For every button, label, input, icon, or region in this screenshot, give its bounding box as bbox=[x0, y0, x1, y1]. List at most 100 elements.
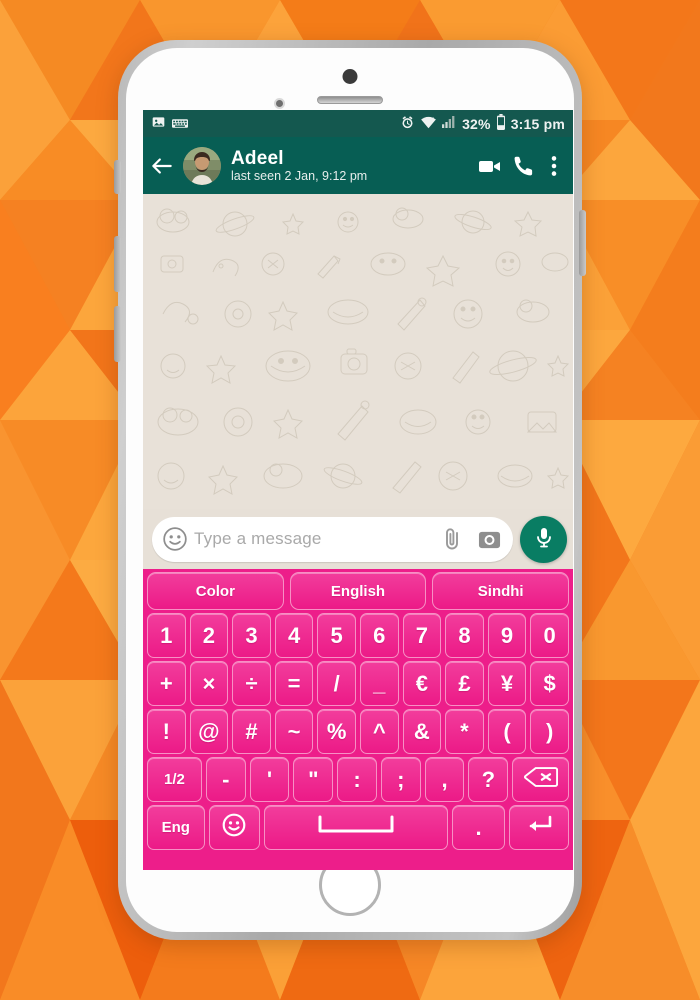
key-underscore-label: _ bbox=[373, 670, 386, 696]
message-input-placeholder[interactable]: Type a message bbox=[194, 529, 434, 549]
key-color[interactable]: Color bbox=[147, 572, 284, 610]
contact-name: Adeel bbox=[231, 147, 284, 169]
key-ampersand[interactable]: & bbox=[402, 709, 442, 754]
message-input-pill[interactable]: Type a message bbox=[152, 516, 513, 562]
key-euro-label: € bbox=[415, 670, 428, 696]
emoji-icon[interactable] bbox=[162, 526, 188, 552]
key-hyphen[interactable]: - bbox=[205, 757, 246, 802]
alarm-icon bbox=[400, 115, 415, 133]
chat-wallpaper bbox=[143, 194, 573, 509]
key-plus-label: + bbox=[159, 670, 173, 696]
key-0[interactable]: 0 bbox=[530, 613, 569, 658]
key-hash[interactable]: # bbox=[232, 709, 271, 754]
keyboard-toolbar-row: Color English Sindhi bbox=[145, 572, 571, 610]
key-euro[interactable]: € bbox=[402, 661, 442, 706]
key-english[interactable]: English bbox=[289, 572, 427, 610]
key-2[interactable]: 2 bbox=[189, 613, 229, 658]
key-semicolon-label: ; bbox=[397, 766, 405, 792]
key-caret-label: ^ bbox=[372, 718, 386, 744]
key-5-label: 5 bbox=[330, 622, 343, 648]
volume-up-button[interactable] bbox=[114, 236, 121, 292]
key-paren-close[interactable]: ) bbox=[530, 709, 569, 754]
key-yen[interactable]: ¥ bbox=[487, 661, 527, 706]
status-bar: 32% 3:15 pm bbox=[143, 110, 573, 137]
key-page-toggle-label: 1/2 bbox=[164, 771, 185, 788]
back-button[interactable] bbox=[149, 153, 175, 179]
key-paren-close-label: ) bbox=[545, 718, 554, 744]
phone-screen: 32% 3:15 pm Adeel last seen 2 Jan, 9:12 … bbox=[143, 110, 573, 870]
phone-device: 32% 3:15 pm Adeel last seen 2 Jan, 9:12 … bbox=[114, 40, 586, 940]
contact-last-seen: last seen 2 Jan, 9:12 pm bbox=[231, 168, 368, 183]
key-asterisk-label: * bbox=[460, 718, 469, 744]
key-question[interactable]: ? bbox=[468, 757, 509, 802]
key-underscore[interactable]: _ bbox=[359, 661, 399, 706]
key-dollar-label: $ bbox=[543, 670, 556, 696]
enter-icon bbox=[525, 814, 553, 842]
earpiece-speaker bbox=[317, 96, 383, 104]
overflow-menu-icon[interactable] bbox=[545, 153, 563, 179]
mute-switch[interactable] bbox=[114, 160, 121, 194]
key-page-toggle[interactable]: 1/2 bbox=[147, 757, 202, 802]
key-backspace[interactable] bbox=[512, 757, 569, 802]
key-emoji[interactable] bbox=[208, 805, 260, 850]
key-enter[interactable] bbox=[509, 805, 569, 850]
key-apostrophe-label: ' bbox=[266, 766, 273, 792]
key-percent[interactable]: % bbox=[317, 709, 356, 754]
key-apostrophe[interactable]: ' bbox=[249, 757, 290, 802]
key-plus[interactable]: + bbox=[147, 661, 186, 706]
paperclip-icon[interactable] bbox=[440, 526, 464, 552]
key-comma[interactable]: , bbox=[424, 757, 465, 802]
key-asterisk[interactable]: * bbox=[445, 709, 484, 754]
key-5[interactable]: 5 bbox=[317, 613, 356, 658]
key-paren-open[interactable]: ( bbox=[487, 709, 527, 754]
key-3[interactable]: 3 bbox=[232, 613, 271, 658]
key-equals[interactable]: = bbox=[274, 661, 314, 706]
key-sindhi-label: Sindhi bbox=[477, 582, 524, 600]
key-exclamation[interactable]: ! bbox=[147, 709, 186, 754]
chat-message-area[interactable] bbox=[143, 194, 573, 509]
key-6[interactable]: 6 bbox=[359, 613, 399, 658]
key-tilde[interactable]: ~ bbox=[274, 709, 314, 754]
keyboard-number-row: 1 2 3 4 5 6 7 8 9 0 bbox=[145, 613, 571, 658]
avatar[interactable] bbox=[183, 146, 221, 185]
volume-down-button[interactable] bbox=[114, 306, 121, 362]
key-sindhi[interactable]: Sindhi bbox=[432, 572, 570, 610]
power-button[interactable] bbox=[579, 210, 586, 276]
key-multiply[interactable]: × bbox=[189, 661, 229, 706]
key-paren-open-label: ( bbox=[503, 718, 511, 744]
key-language-eng[interactable]: Eng bbox=[147, 805, 205, 850]
key-quote[interactable]: " bbox=[293, 757, 334, 802]
video-call-icon[interactable] bbox=[477, 153, 503, 179]
key-question-label: ? bbox=[481, 766, 496, 792]
key-6-label: 6 bbox=[373, 622, 386, 648]
key-colon-label: : bbox=[353, 766, 361, 792]
key-dollar[interactable]: $ bbox=[530, 661, 569, 706]
key-7[interactable]: 7 bbox=[402, 613, 442, 658]
voice-record-button[interactable] bbox=[520, 515, 567, 563]
key-9-label: 9 bbox=[500, 622, 514, 648]
key-divide-label: ÷ bbox=[245, 670, 258, 696]
key-period[interactable]: . bbox=[451, 805, 506, 850]
key-ampersand-label: & bbox=[413, 718, 430, 744]
key-quote-label: " bbox=[308, 766, 319, 792]
contact-info[interactable]: Adeel last seen 2 Jan, 9:12 pm bbox=[229, 148, 469, 184]
key-divide[interactable]: ÷ bbox=[232, 661, 271, 706]
camera-icon[interactable] bbox=[478, 528, 501, 551]
key-1[interactable]: 1 bbox=[147, 613, 186, 658]
microphone-icon bbox=[532, 525, 556, 554]
pink-keyboard: Color English Sindhi 1 2 3 4 5 6 7 8 9 0… bbox=[143, 569, 573, 870]
key-pound[interactable]: £ bbox=[445, 661, 484, 706]
key-at[interactable]: @ bbox=[189, 709, 229, 754]
key-caret[interactable]: ^ bbox=[359, 709, 399, 754]
key-colon[interactable]: : bbox=[337, 757, 377, 802]
voice-call-icon[interactable] bbox=[511, 153, 537, 179]
key-4[interactable]: 4 bbox=[274, 613, 314, 658]
key-9[interactable]: 9 bbox=[487, 613, 527, 658]
key-8[interactable]: 8 bbox=[445, 613, 484, 658]
key-semicolon[interactable]: ; bbox=[380, 757, 421, 802]
key-4-label: 4 bbox=[287, 622, 301, 648]
key-space[interactable] bbox=[263, 805, 448, 850]
message-input-bar: Type a message bbox=[143, 509, 573, 569]
key-slash[interactable]: / bbox=[317, 661, 356, 706]
key-comma-label: , bbox=[441, 766, 448, 792]
